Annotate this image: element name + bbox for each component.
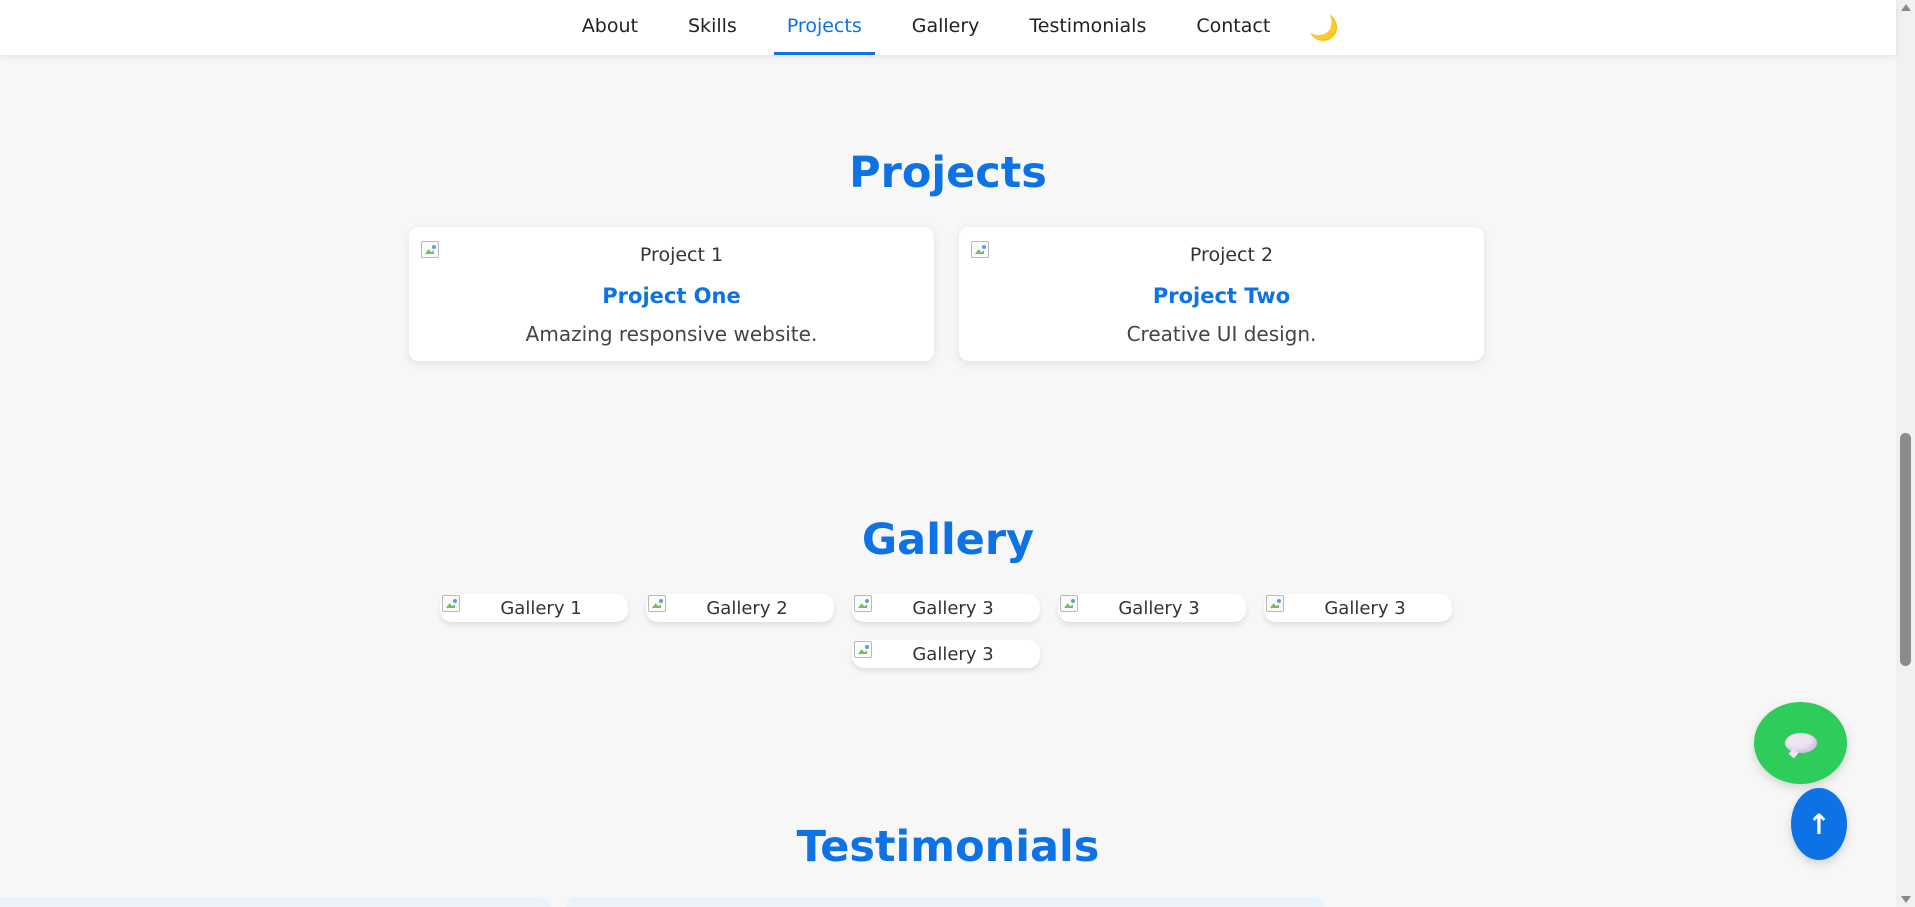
top-navbar: About Skills Projects Gallery Testimonia… (0, 0, 1896, 55)
arrow-up-icon: ↑ (1807, 807, 1831, 841)
testimonial-card (0, 897, 550, 907)
nav-links: About Skills Projects Gallery Testimonia… (557, 0, 1339, 55)
gallery-item[interactable]: Gallery 3 (852, 640, 1040, 668)
gallery-image-alt: Gallery 3 (912, 644, 994, 665)
gallery-image-alt: Gallery 1 (500, 598, 582, 619)
gallery-image-alt: Gallery 3 (1118, 598, 1200, 619)
chat-bubble-icon (1784, 733, 1817, 753)
gallery-item[interactable]: Gallery 3 (1264, 594, 1452, 622)
nav-link-testimonials[interactable]: Testimonials (1016, 0, 1159, 55)
project-card[interactable]: Project 1 Project One Amazing responsive… (409, 227, 934, 361)
scroll-down-arrow-icon[interactable] (1901, 896, 1911, 903)
scrollbar-thumb[interactable] (1900, 433, 1911, 666)
gallery-title: Gallery (861, 515, 1035, 565)
testimonials-title: Testimonials (796, 822, 1100, 872)
nav-link-projects[interactable]: Projects (773, 0, 875, 55)
moon-icon[interactable]: 🌙 (1309, 0, 1339, 55)
nav-link-about[interactable]: About (569, 0, 651, 55)
gallery-image-alt: Gallery 2 (706, 598, 788, 619)
gallery-image-alt: Gallery 3 (1324, 598, 1406, 619)
gallery-item[interactable]: Gallery 1 (440, 594, 628, 622)
nav-link-gallery[interactable]: Gallery (899, 0, 993, 55)
gallery-item[interactable]: Gallery 3 (852, 594, 1040, 622)
chat-button[interactable] (1754, 702, 1847, 784)
projects-title: Projects (849, 148, 1047, 198)
gallery-item[interactable]: Gallery 2 (646, 594, 834, 622)
project-name: Project One (602, 284, 741, 308)
nav-link-skills[interactable]: Skills (675, 0, 750, 55)
vertical-scrollbar[interactable] (1896, 0, 1915, 907)
project-image-alt: Project 1 (639, 244, 724, 266)
back-to-top-button[interactable]: ↑ (1791, 788, 1847, 860)
project-description: Amazing responsive website. (525, 322, 818, 346)
nav-link-contact[interactable]: Contact (1183, 0, 1283, 55)
gallery-item[interactable]: Gallery 3 (1058, 594, 1246, 622)
project-card[interactable]: Project 2 Project Two Creative UI design… (959, 227, 1484, 361)
project-image-alt: Project 2 (1189, 244, 1274, 266)
project-description: Creative UI design. (1126, 322, 1317, 346)
project-name: Project Two (1152, 284, 1291, 308)
scroll-up-arrow-icon[interactable] (1901, 4, 1911, 11)
gallery-image-alt: Gallery 3 (912, 598, 994, 619)
testimonial-card (566, 897, 1324, 907)
